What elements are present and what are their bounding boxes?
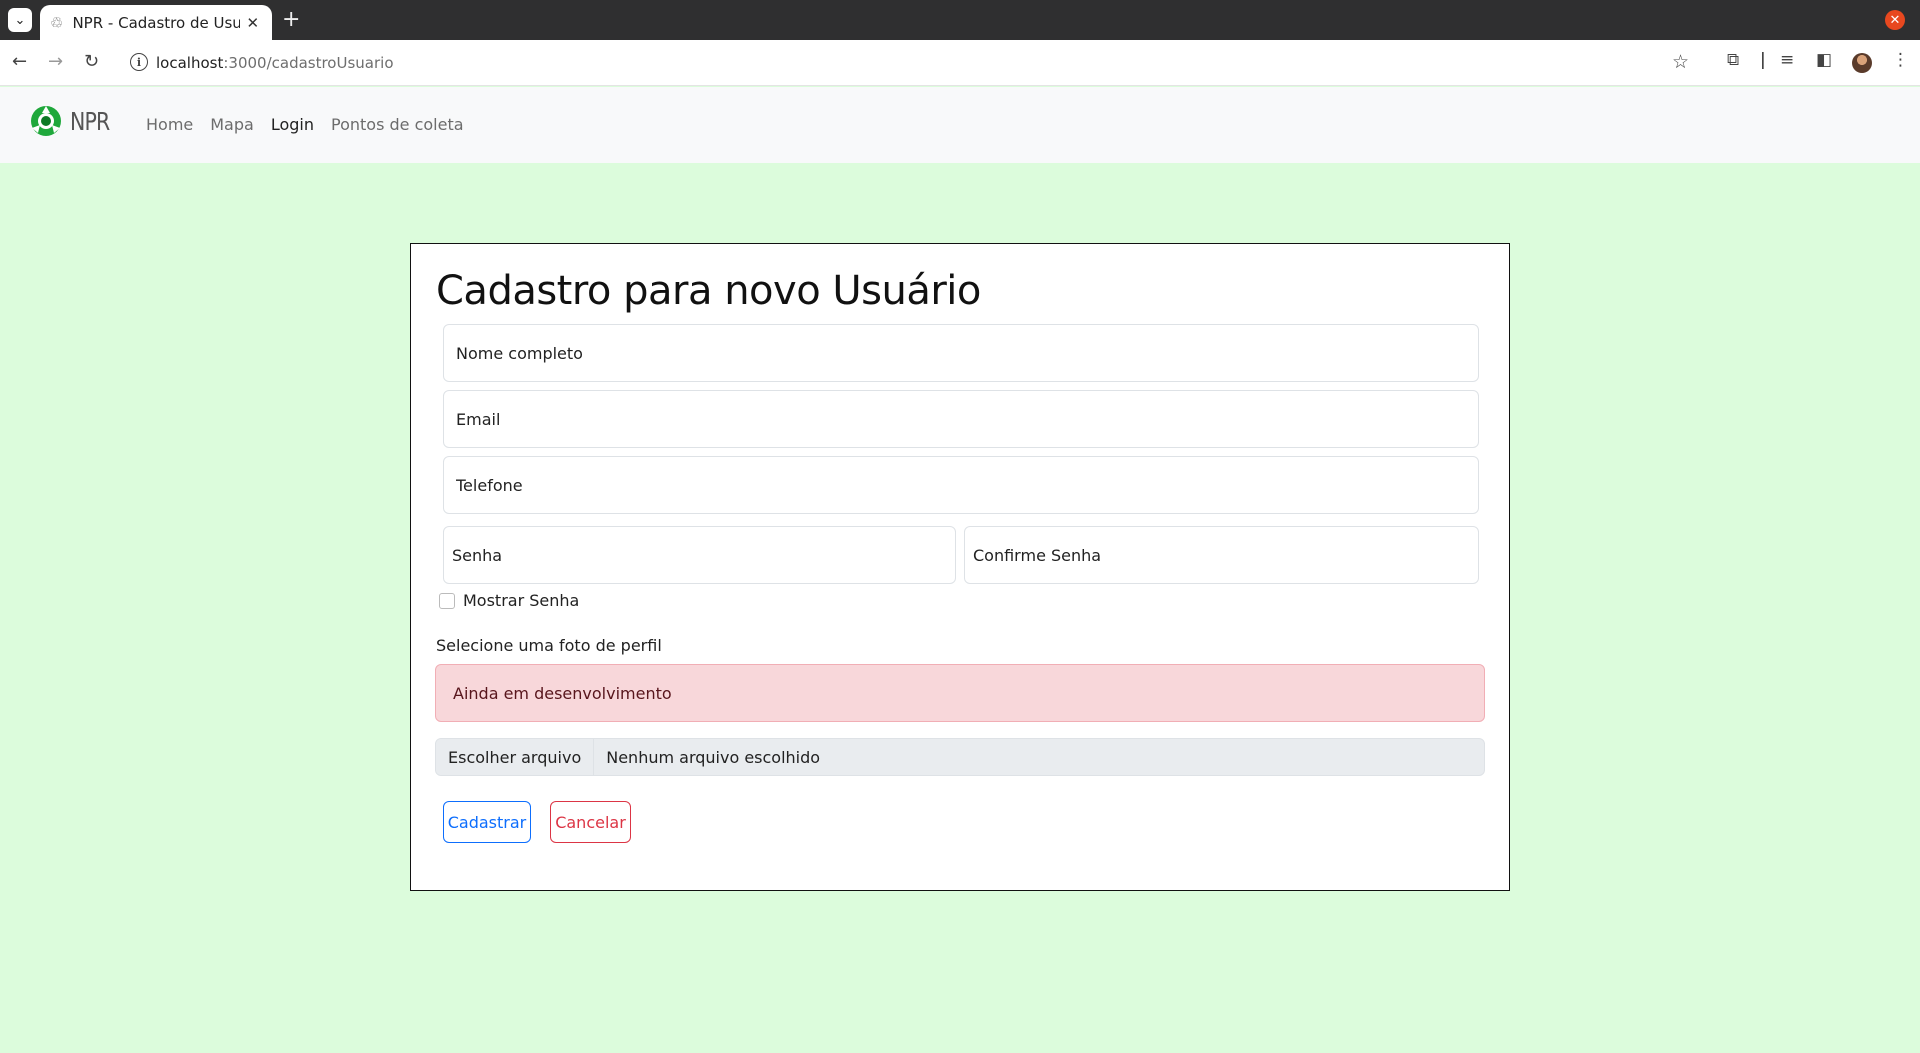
nav-link-login[interactable]: Login	[271, 115, 314, 134]
photo-label: Selecione uma foto de perfil	[436, 636, 662, 655]
back-icon[interactable]: ←	[12, 50, 27, 74]
submit-button[interactable]: Cadastrar	[443, 801, 531, 843]
file-input[interactable]: Escolher arquivo Nenhum arquivo escolhid…	[435, 738, 1485, 776]
confirm-password-field-wrapper	[964, 526, 1479, 584]
reload-icon[interactable]: ↻	[84, 50, 99, 74]
browser-tab[interactable]: ♲ NPR - Cadastro de Usuario ✕	[40, 5, 272, 40]
email-field-wrapper	[443, 390, 1479, 448]
nav-link-pontos-de-coleta[interactable]: Pontos de coleta	[331, 115, 464, 134]
window-close-icon[interactable]: ✕	[1885, 10, 1905, 30]
media-icon[interactable]: ≡	[1780, 50, 1794, 70]
password-field-wrapper	[443, 526, 956, 584]
password-field[interactable]	[444, 527, 955, 583]
tab-title: NPR - Cadastro de Usuario	[72, 13, 241, 32]
toolbar-divider: |	[1760, 50, 1766, 70]
show-password-checkbox[interactable]	[439, 592, 455, 609]
star-icon[interactable]: ☆	[1672, 51, 1689, 73]
sidepanel-icon[interactable]: ◧	[1816, 50, 1832, 70]
tab-search-icon[interactable]: ⌄	[8, 8, 32, 32]
registration-card: Cadastro para novo Usuário Mostrar Senha…	[410, 243, 1510, 891]
url-text[interactable]: localhost:3000/cadastroUsuario	[156, 54, 394, 72]
recycle-icon: ♲	[50, 13, 64, 32]
alert-text: Ainda em desenvolvimento	[453, 684, 672, 703]
file-status: Nenhum arquivo escolhido	[606, 747, 821, 767]
menu-icon[interactable]: ⋮	[1892, 50, 1909, 70]
nav-link-home[interactable]: Home	[146, 115, 193, 134]
show-password-label[interactable]: Mostrar Senha	[463, 591, 579, 610]
brand[interactable]: NPR	[28, 103, 118, 139]
show-password-row: Mostrar Senha	[439, 591, 579, 610]
page-title: Cadastro para novo Usuário	[436, 268, 981, 314]
choose-file-button[interactable]: Escolher arquivo	[436, 739, 595, 775]
browser-toolbar: ← → ↻ i localhost:3000/cadastroUsuario ☆…	[0, 40, 1920, 86]
address-bar[interactable]: i localhost:3000/cadastroUsuario ☆	[122, 46, 1710, 80]
brand-name: NPR	[70, 106, 110, 136]
info-icon[interactable]: i	[130, 53, 148, 71]
confirm-password-field[interactable]	[965, 527, 1478, 583]
avatar[interactable]	[1852, 53, 1872, 73]
forward-icon[interactable]: →	[48, 50, 63, 74]
nav-links: Home Mapa Login Pontos de coleta	[146, 115, 481, 134]
npr-logo-icon	[31, 106, 61, 136]
development-alert: Ainda em desenvolvimento	[435, 664, 1485, 722]
phone-field[interactable]	[444, 457, 1478, 513]
plus-icon[interactable]: +	[282, 7, 300, 33]
cancel-button[interactable]: Cancelar	[550, 801, 631, 843]
close-icon[interactable]: ✕	[246, 14, 259, 32]
name-field[interactable]	[444, 325, 1478, 381]
app-navbar: NPR Home Mapa Login Pontos de coleta	[0, 87, 1920, 163]
phone-field-wrapper	[443, 456, 1479, 514]
nav-link-mapa[interactable]: Mapa	[210, 115, 254, 134]
name-field-wrapper	[443, 324, 1479, 382]
browser-tabstrip: ⌄ ♲ NPR - Cadastro de Usuario ✕ + ✕	[0, 0, 1920, 40]
extensions-icon[interactable]: ⧉	[1727, 50, 1739, 70]
email-field[interactable]	[444, 391, 1478, 447]
